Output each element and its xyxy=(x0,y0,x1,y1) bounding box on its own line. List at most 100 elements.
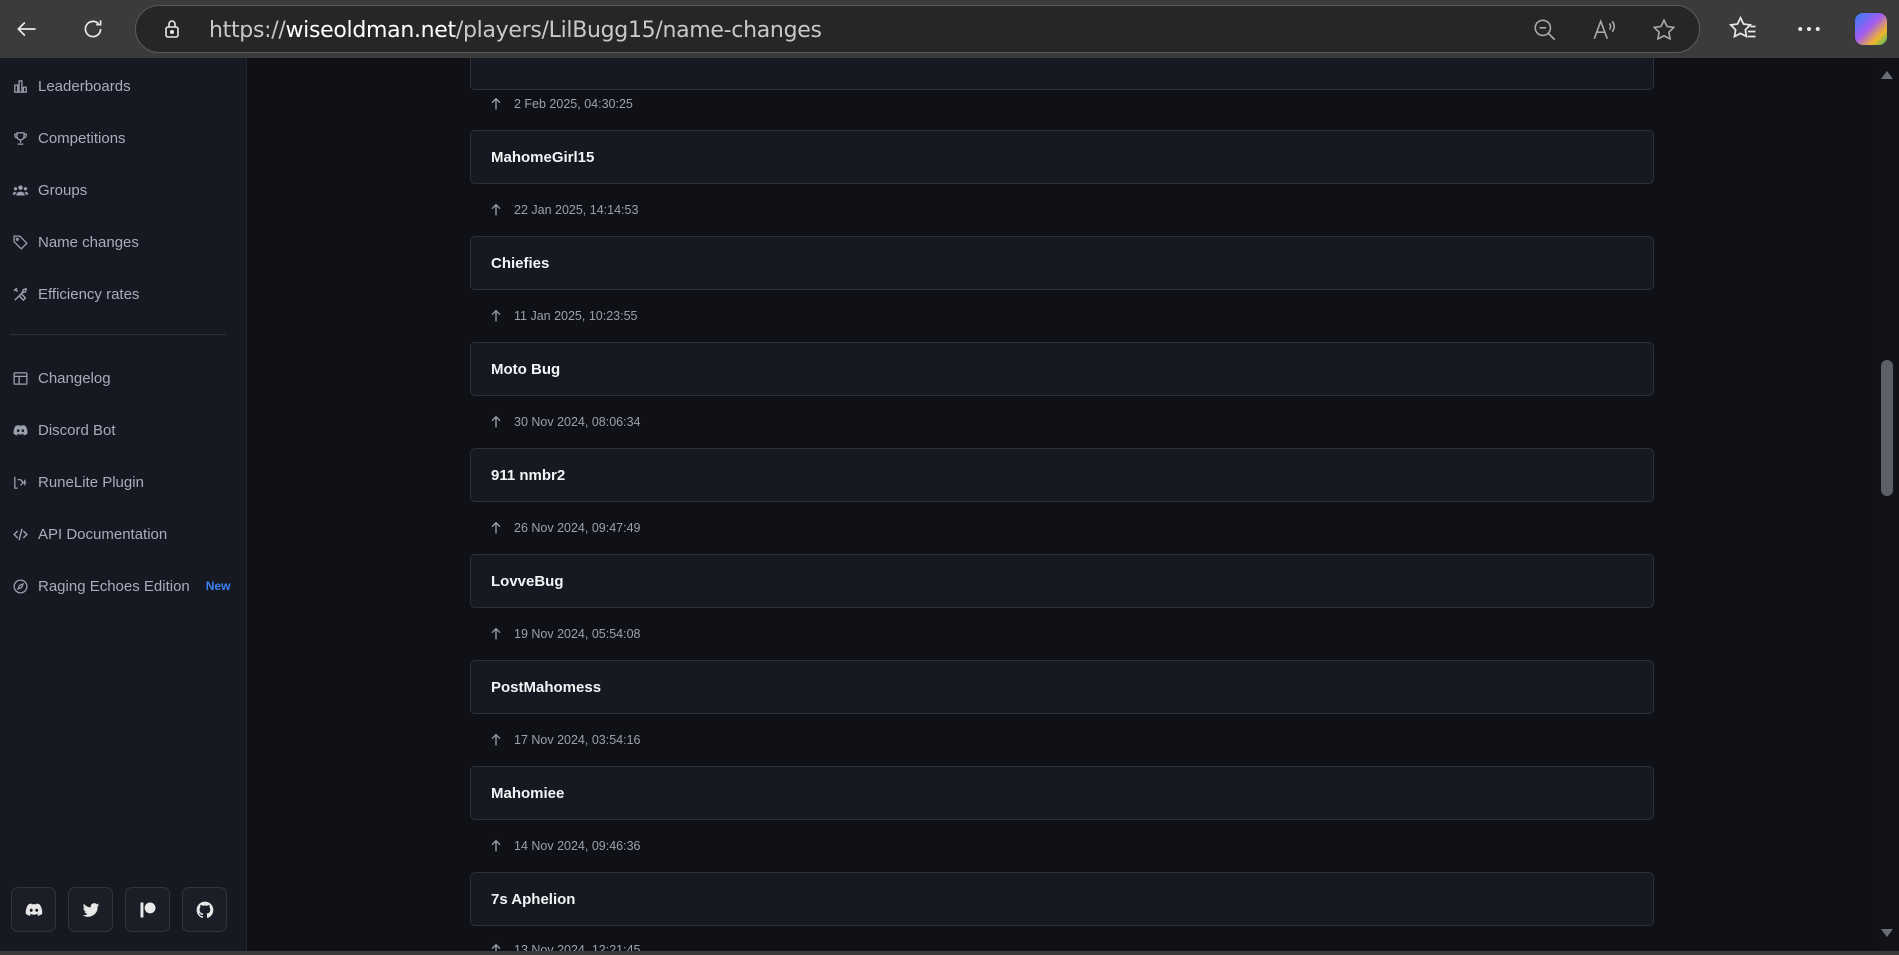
favorite-button[interactable] xyxy=(1651,17,1677,43)
more-icon xyxy=(1798,27,1820,31)
layout-icon xyxy=(13,371,28,385)
arrow-up-icon xyxy=(491,733,501,746)
url-path: /players/LilBugg15/name-changes xyxy=(455,18,822,43)
sidebar-item-name-changes[interactable]: Name changes xyxy=(12,226,139,258)
sidebar-item-api-documentation[interactable]: API Documentation xyxy=(12,518,167,550)
date-text: 2 Feb 2025, 04:30:25 xyxy=(514,97,633,111)
refresh-icon xyxy=(84,20,102,38)
github-icon xyxy=(196,901,213,918)
sidebar-item-label: Changelog xyxy=(38,369,111,387)
date-text: 17 Nov 2024, 03:54:16 xyxy=(514,733,641,747)
arrow-up-icon xyxy=(491,203,501,216)
player-name: Moto Bug xyxy=(491,360,561,378)
name-card: PostMahomess xyxy=(470,660,1654,714)
scroll-down-icon[interactable] xyxy=(1880,926,1894,940)
name-card: 7s Aphelion xyxy=(470,872,1654,926)
date-text: 14 Nov 2024, 09:46:36 xyxy=(514,839,641,853)
sidebar: Leaderboards Competitions Groups Name ch… xyxy=(0,58,247,951)
date-text: 11 Jan 2025, 10:23:55 xyxy=(514,309,638,323)
name-change-date: 26 Nov 2024, 09:47:49 xyxy=(488,518,641,538)
new-badge: New xyxy=(205,579,231,593)
back-button[interactable] xyxy=(5,7,49,51)
name-change-date: 17 Nov 2024, 03:54:16 xyxy=(488,730,641,750)
social-links xyxy=(11,887,227,932)
compass-icon xyxy=(13,578,28,594)
sidebar-item-discord-bot[interactable]: Discord Bot xyxy=(12,414,116,446)
copilot-icon[interactable] xyxy=(1855,13,1887,45)
sidebar-item-leaderboards[interactable]: Leaderboards xyxy=(12,70,131,102)
refresh-button[interactable] xyxy=(71,7,115,51)
favorites-button[interactable] xyxy=(1728,14,1758,44)
arrow-up-icon xyxy=(491,309,501,322)
read-aloud-icon xyxy=(1593,19,1615,39)
name-change-date: 2 Feb 2025, 04:30:25 xyxy=(488,94,633,114)
sidebar-item-runelite-plugin[interactable]: RuneLite Plugin xyxy=(12,466,144,498)
date-text: 30 Nov 2024, 08:06:34 xyxy=(514,415,641,429)
github-link-button[interactable] xyxy=(182,887,227,932)
browser-toolbar: https://wiseoldman.net/players/LilBugg15… xyxy=(0,0,1899,58)
zoom-out-button[interactable] xyxy=(1532,17,1558,43)
favorites-icon xyxy=(1728,15,1756,39)
arrow-left-icon xyxy=(17,21,36,37)
name-change-date: 14 Nov 2024, 09:46:36 xyxy=(488,836,641,856)
name-card-partial xyxy=(470,58,1654,90)
sidebar-item-efficiency-rates[interactable]: Efficiency rates xyxy=(12,278,139,310)
arrow-up-icon xyxy=(491,415,501,428)
tools-icon xyxy=(13,287,28,301)
arrow-up-icon xyxy=(491,839,501,852)
arrow-up-icon xyxy=(491,97,501,110)
name-card: LovveBug xyxy=(470,554,1654,608)
users-icon xyxy=(12,184,29,195)
page-scrollbar[interactable] xyxy=(1878,58,1899,951)
date-text: 26 Nov 2024, 09:47:49 xyxy=(514,521,641,535)
url-prefix: https:// xyxy=(209,18,286,43)
name-card: Mahomiee xyxy=(470,766,1654,820)
name-card: Moto Bug xyxy=(470,342,1654,396)
scroll-up-icon[interactable] xyxy=(1880,68,1894,82)
discord-icon xyxy=(25,903,42,916)
more-button[interactable] xyxy=(1794,14,1824,44)
name-change-date: 30 Nov 2024, 08:06:34 xyxy=(488,412,641,432)
scroll-thumb[interactable] xyxy=(1881,360,1893,496)
patreon-link-button[interactable] xyxy=(125,887,170,932)
arrow-up-icon xyxy=(491,943,501,951)
name-change-date: 11 Jan 2025, 10:23:55 xyxy=(488,306,638,326)
window-bottom-edge xyxy=(0,951,1899,955)
sidebar-item-raging-echoes-edition[interactable]: Raging Echoes Edition New xyxy=(12,570,230,602)
sidebar-item-competitions[interactable]: Competitions xyxy=(12,122,126,154)
player-name: 7s Aphelion xyxy=(491,890,576,908)
read-aloud-button[interactable] xyxy=(1591,17,1617,43)
sidebar-item-label: Competitions xyxy=(38,129,126,147)
name-changes-list: 2 Feb 2025, 04:30:25 MahomeGirl15 22 Jan… xyxy=(248,58,1878,951)
sidebar-item-groups[interactable]: Groups xyxy=(12,174,87,206)
name-change-date: 19 Nov 2024, 05:54:08 xyxy=(488,624,641,644)
sidebar-item-label: RuneLite Plugin xyxy=(38,473,144,491)
twitter-link-button[interactable] xyxy=(68,887,113,932)
lock-icon xyxy=(165,20,179,38)
player-name: Mahomiee xyxy=(491,784,565,802)
bar-chart-icon xyxy=(14,79,27,93)
code-icon xyxy=(13,528,28,540)
sidebar-item-label: Leaderboards xyxy=(38,77,131,95)
address-bar[interactable]: https://wiseoldman.net/players/LilBugg15… xyxy=(135,5,1700,53)
tag-icon xyxy=(13,234,28,250)
name-change-date: 22 Jan 2025, 14:14:53 xyxy=(488,200,638,220)
name-card: MahomeGirl15 xyxy=(470,130,1654,184)
url-text[interactable]: https://wiseoldman.net/players/LilBugg15… xyxy=(209,18,822,43)
zoom-out-icon xyxy=(1534,19,1556,41)
date-text: 22 Jan 2025, 14:14:53 xyxy=(514,203,639,217)
name-change-date: 13 Nov 2024, 12:21:45 xyxy=(488,940,641,951)
patreon-icon xyxy=(140,902,155,917)
twitter-icon xyxy=(82,902,99,917)
player-name: PostMahomess xyxy=(491,678,602,696)
sidebar-item-label: Raging Echoes Edition xyxy=(38,577,190,595)
player-name: Chiefies xyxy=(491,254,550,272)
sidebar-item-label: Efficiency rates xyxy=(38,285,140,303)
discord-link-button[interactable] xyxy=(11,887,56,932)
player-name: LovveBug xyxy=(491,572,564,590)
sidebar-item-changelog[interactable]: Changelog xyxy=(12,362,111,394)
date-text: 19 Nov 2024, 05:54:08 xyxy=(514,627,641,641)
name-card: Chiefies xyxy=(470,236,1654,290)
star-icon xyxy=(1652,18,1676,41)
player-name: 911 nmbr2 xyxy=(491,466,566,484)
